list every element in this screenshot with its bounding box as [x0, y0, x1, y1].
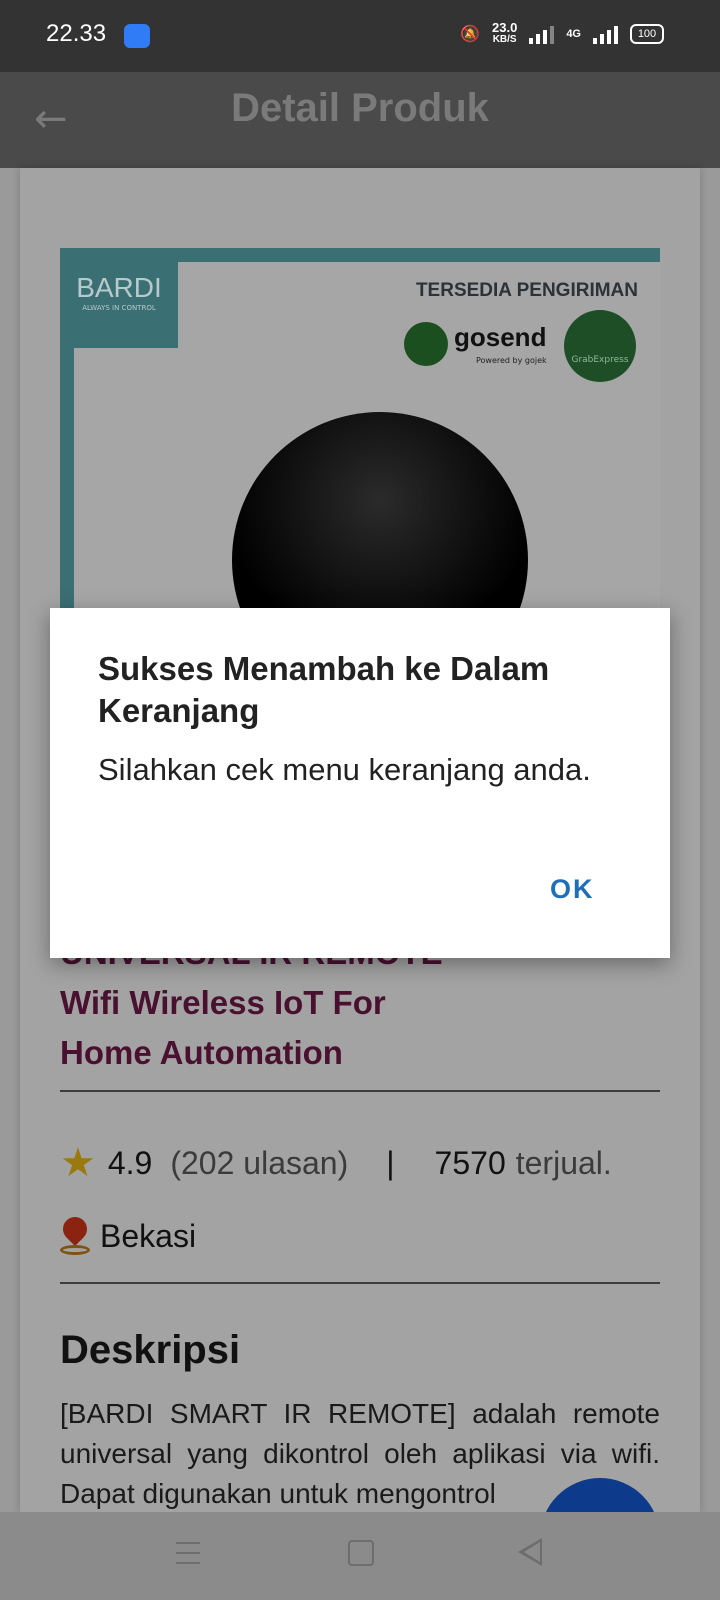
brand-name: BARDI — [76, 272, 162, 303]
sold-count: 7570 — [434, 1144, 506, 1181]
separator: | — [386, 1144, 395, 1181]
product-name-line-2: Wifi Wireless IoT For — [60, 984, 386, 1021]
brand-tagline: ALWAYS IN CONTROL — [82, 304, 156, 312]
brand-logo: BARDI ALWAYS IN CONTROL — [74, 262, 178, 348]
gosend-label: gosend — [454, 322, 547, 352]
back-triangle-icon[interactable] — [518, 1538, 542, 1566]
network-speed-value: 23.0 — [492, 20, 518, 35]
grabexpress-logo: GrabExpress — [564, 310, 636, 382]
sold-label: terjual. — [515, 1144, 612, 1181]
divider — [60, 1282, 660, 1284]
status-bar: 22.33 🔕 23.0 KB/S 4G 100 — [0, 0, 720, 72]
home-icon[interactable] — [348, 1540, 374, 1566]
ok-button[interactable]: OK — [550, 874, 595, 905]
battery-icon: 100 — [630, 24, 664, 44]
product-name-line-3: Home Automation — [60, 1034, 343, 1071]
mute-bell-icon: 🔕 — [460, 26, 480, 43]
status-indicators: 🔕 23.0 KB/S 4G 100 — [460, 20, 664, 46]
system-nav-bar — [0, 1512, 720, 1600]
recent-apps-icon[interactable] — [176, 1542, 200, 1564]
dialog-message: Silahkan cek menu keranjang anda. — [98, 752, 591, 787]
gosend-icon — [404, 322, 448, 366]
shipping-availability-label: TERSEDIA PENGIRIMAN — [415, 280, 638, 301]
gosend-powered-by: Powered by gojek — [476, 356, 547, 365]
signal-icon — [529, 24, 555, 44]
review-count[interactable]: (202 ulasan) — [170, 1145, 348, 1182]
star-icon: ★ — [60, 1141, 96, 1185]
network-type: 4G — [566, 28, 581, 40]
dialog-title: Sukses Menambah ke Dalam Keranjang — [98, 650, 550, 729]
success-dialog: Sukses Menambah ke Dalam Keranjang Silah… — [50, 608, 670, 958]
divider — [60, 1090, 660, 1092]
gosend-logo: gosend Powered by gojek — [404, 316, 550, 370]
signal-icon-2 — [593, 24, 618, 44]
page-title: Detail Produk — [231, 86, 489, 130]
network-speed: 23.0 KB/S — [492, 20, 518, 46]
location-pin-icon — [58, 1212, 92, 1255]
location-row: Bekasi — [58, 1208, 197, 1264]
android-notification-icon — [124, 24, 150, 48]
rating-value: 4.9 — [107, 1144, 153, 1181]
app-bar: ← Detail Produk — [0, 72, 720, 168]
status-time: 22.33 — [46, 20, 107, 47]
description-heading: Deskripsi — [60, 1328, 241, 1372]
location-text: Bekasi — [100, 1217, 197, 1254]
rating-row: ★ 4.9 (202 ulasan) | 7570 terjual. — [60, 1138, 660, 1188]
network-speed-unit: KB/S — [492, 34, 517, 45]
